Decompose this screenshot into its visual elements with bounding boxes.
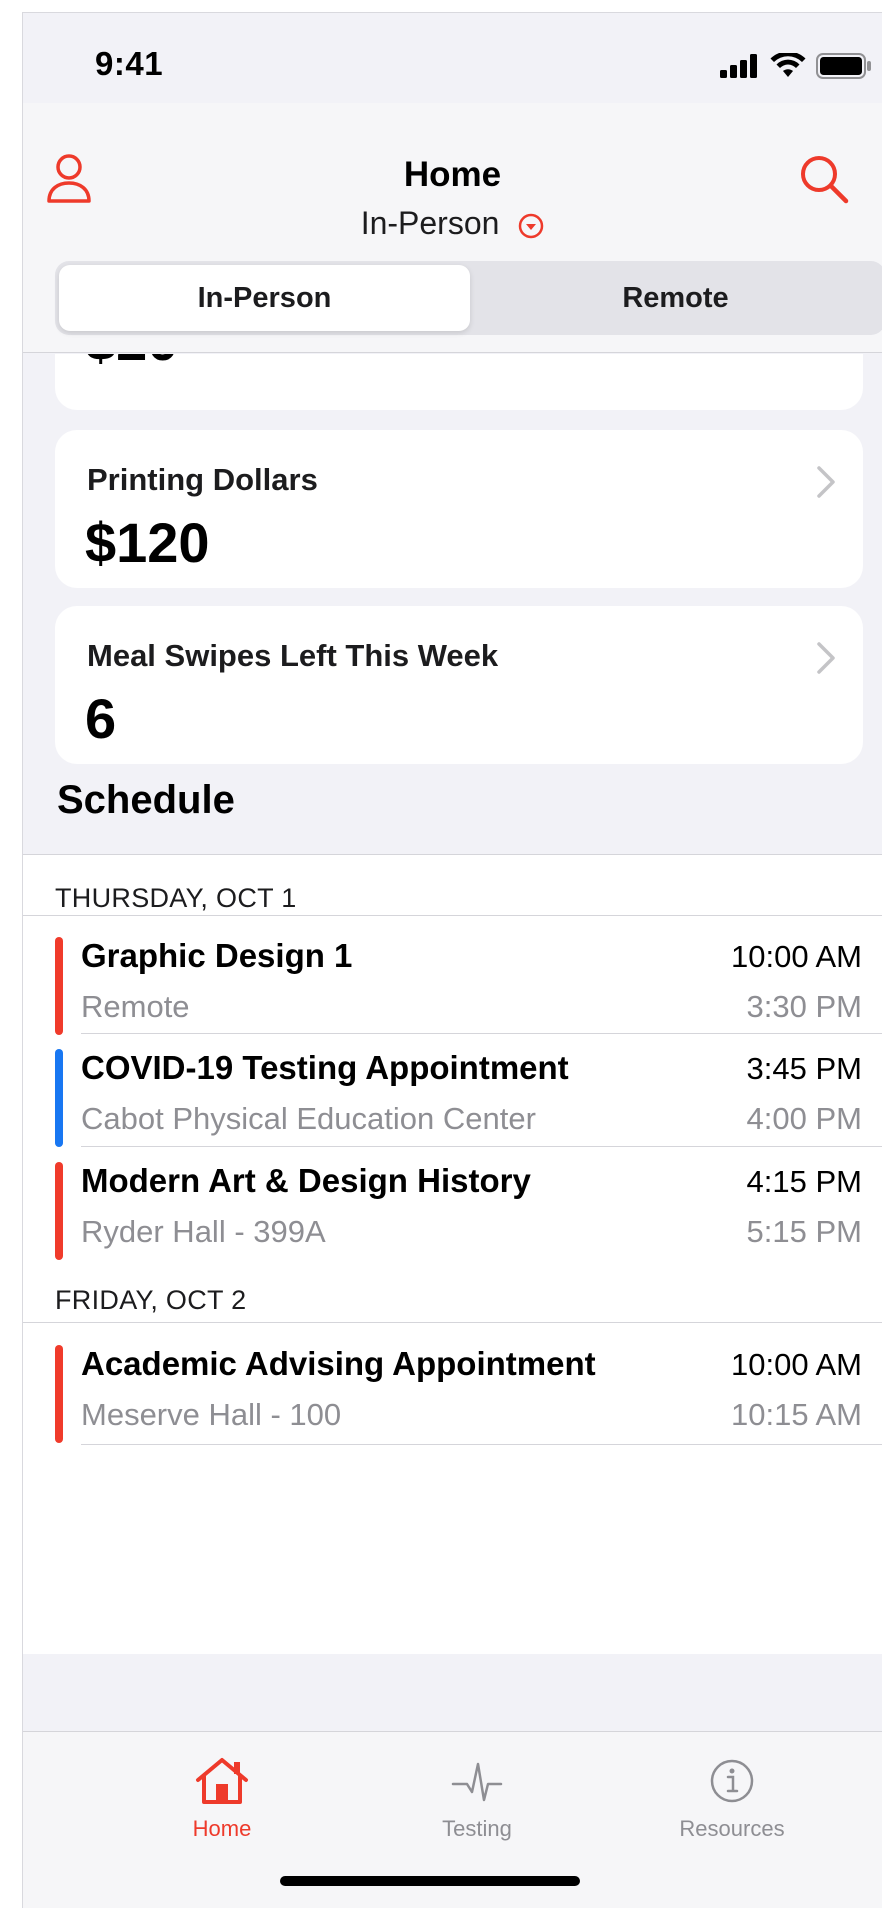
mode-picker[interactable]: In-Person <box>23 205 882 242</box>
event-end-time: 3:30 PM <box>746 989 862 1024</box>
meal-swipes-card[interactable]: Meal Swipes Left This Week 6 <box>55 606 863 764</box>
segment-remote[interactable]: Remote <box>470 265 881 331</box>
search-button[interactable] <box>796 151 852 207</box>
divider <box>23 1322 882 1323</box>
tab-label: Home <box>192 1816 252 1841</box>
event-end-time: 4:00 PM <box>746 1101 862 1136</box>
event-location: Ryder Hall - 399A <box>81 1214 326 1249</box>
divider <box>23 915 882 916</box>
segment-in-person[interactable]: In-Person <box>59 265 470 331</box>
day-header: THURSDAY, OCT 1 <box>55 883 297 913</box>
event-end-time: 5:15 PM <box>746 1214 862 1249</box>
wifi-icon <box>770 53 806 77</box>
event-title: COVID-19 Testing Appointment <box>81 1049 569 1086</box>
balance-card[interactable]: $20 <box>55 354 863 410</box>
navigation-header: Home In-Person In-Person Remote <box>23 103 882 353</box>
tab-resources[interactable]: Resources <box>642 1756 822 1842</box>
card-value: 6 <box>85 687 117 750</box>
status-time: 9:41 <box>95 45 164 82</box>
event-end-time: 10:15 AM <box>731 1397 862 1432</box>
status-icons <box>720 53 872 79</box>
card-value: $120 <box>85 511 210 574</box>
event-location: Meserve Hall - 100 <box>81 1397 342 1432</box>
event-start-time: 4:15 PM <box>746 1164 862 1199</box>
tab-label: Resources <box>679 1816 785 1841</box>
event-color-bar <box>55 1162 63 1260</box>
page-title: Home <box>403 155 502 194</box>
event-title: Modern Art & Design History <box>81 1162 531 1199</box>
card-value: $20 <box>85 354 178 373</box>
event-color-bar <box>55 1345 63 1443</box>
schedule-event[interactable]: Academic Advising Appointment Meserve Ha… <box>23 1329 882 1461</box>
signal-icon <box>720 54 757 78</box>
card-label: Printing Dollars <box>87 462 318 497</box>
chevron-down-circle-icon <box>519 213 544 238</box>
pulse-icon <box>451 1762 503 1802</box>
home-icon <box>196 1758 248 1804</box>
event-title: Graphic Design 1 <box>81 937 353 974</box>
mode-segmented-control: In-Person Remote <box>55 261 882 335</box>
event-color-bar <box>55 1049 63 1147</box>
chevron-right-icon <box>817 466 835 498</box>
info-icon <box>710 1759 754 1803</box>
mode-picker-label: In-Person <box>360 205 500 241</box>
schedule-heading: Schedule <box>57 778 235 822</box>
tab-label: Testing <box>442 1816 512 1841</box>
printing-dollars-card[interactable]: Printing Dollars $120 <box>55 430 863 588</box>
home-content[interactable]: $20 Printing Dollars $120 Meal Swipes Le… <box>23 354 882 1731</box>
tab-testing[interactable]: Testing <box>387 1756 567 1842</box>
event-title: Academic Advising Appointment <box>81 1345 596 1382</box>
event-location: Remote <box>81 989 190 1024</box>
home-indicator[interactable] <box>280 1876 580 1886</box>
divider <box>81 1444 882 1445</box>
event-start-time: 10:00 AM <box>731 939 862 974</box>
schedule-list: THURSDAY, OCT 1 Graphic Design 1 Remote … <box>23 854 882 1654</box>
event-start-time: 3:45 PM <box>746 1051 862 1086</box>
event-location: Cabot Physical Education Center <box>81 1101 536 1136</box>
phone-screen: 9:41 Home In-Person In-Person Remote Pri… <box>22 12 882 1908</box>
search-icon <box>801 156 849 204</box>
event-start-time: 10:00 AM <box>731 1347 862 1382</box>
schedule-event[interactable]: Modern Art & Design History Ryder Hall -… <box>23 1146 882 1278</box>
day-header: FRIDAY, OCT 2 <box>55 1285 247 1315</box>
status-bar: 9:41 <box>23 13 882 103</box>
event-color-bar <box>55 937 63 1035</box>
card-label: Meal Swipes Left This Week <box>87 638 499 673</box>
tab-home[interactable]: Home <box>132 1756 312 1842</box>
battery-icon <box>816 53 871 79</box>
chevron-right-icon <box>817 642 835 674</box>
